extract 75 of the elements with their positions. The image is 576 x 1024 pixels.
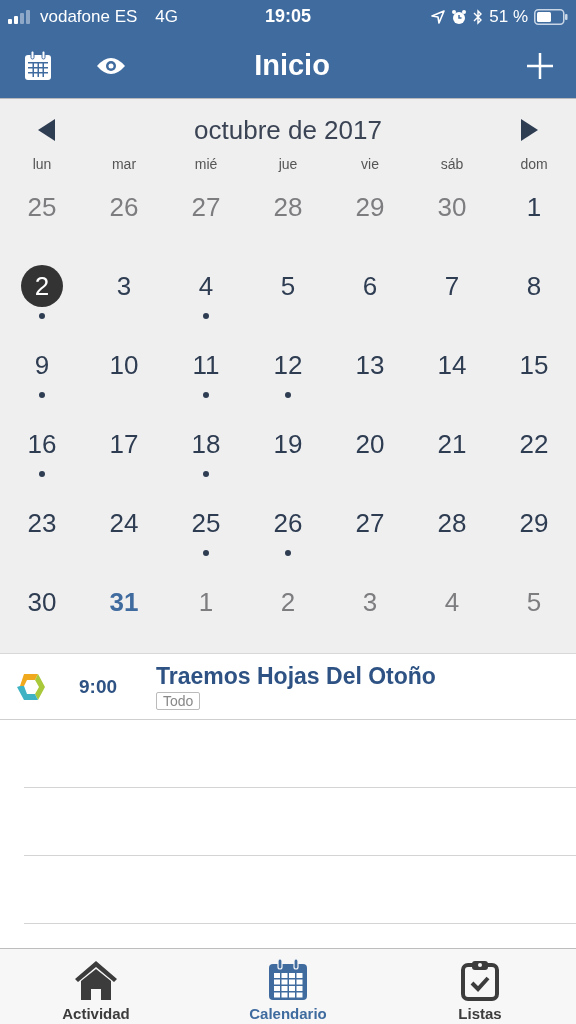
event-tag: Todo <box>156 692 201 710</box>
battery-percent: 51 % <box>489 6 528 27</box>
calendar-day[interactable]: 27 <box>349 502 391 544</box>
tab-button[interactable]: Calendario <box>192 949 384 1024</box>
calendar-day[interactable]: 11 <box>185 344 227 386</box>
calendar-day[interactable]: 27 <box>185 186 227 228</box>
weekday-label: lun <box>31 156 53 174</box>
calendar-day[interactable]: 5 <box>513 581 555 623</box>
calendar-day[interactable]: 1 <box>513 186 555 228</box>
calendar-day[interactable]: 25 <box>185 502 227 544</box>
previous-month-button[interactable] <box>38 119 56 141</box>
calendar-day[interactable]: 30 <box>431 186 473 228</box>
clock-time: 19:05 <box>265 6 311 27</box>
event-row[interactable]: 9:00 Traemos Hojas Del Otoño Todo <box>0 654 576 720</box>
calendar-day[interactable]: 28 <box>431 502 473 544</box>
month-title: octubre de 2017 <box>194 114 382 146</box>
hexagon-logo-icon <box>16 672 46 701</box>
calendar-day[interactable]: 3 <box>349 581 391 623</box>
calendar-day[interactable]: 24 <box>103 502 145 544</box>
calendar-day[interactable]: 17 <box>103 423 145 465</box>
calendar-icon <box>268 959 308 1001</box>
weekday-label: jue <box>277 156 299 174</box>
calendar-day[interactable]: 8 <box>513 265 555 307</box>
weekday-label: mié <box>193 156 219 174</box>
alarm-icon <box>451 8 468 25</box>
calendar-day[interactable]: 3 <box>103 265 145 307</box>
calendar-day[interactable]: 28 <box>267 186 309 228</box>
battery-icon <box>534 8 568 25</box>
tab-button[interactable]: Listas <box>384 949 576 1024</box>
calendar-day[interactable]: 4 <box>185 265 227 307</box>
calendar-day[interactable]: 29 <box>513 502 555 544</box>
calendar-day[interactable]: 22 <box>513 423 555 465</box>
house-icon <box>73 959 119 1001</box>
calendar-day[interactable]: 6 <box>349 265 391 307</box>
calendar-day[interactable]: 7 <box>431 265 473 307</box>
location-icon <box>431 9 446 24</box>
eye-button[interactable] <box>96 55 126 76</box>
calendar-day[interactable]: 23 <box>21 502 63 544</box>
tab-button[interactable]: Actividad <box>0 949 192 1024</box>
next-month-button[interactable] <box>520 119 538 141</box>
calendar-day[interactable]: 25 <box>21 186 63 228</box>
carrier-name: vodafone ES <box>40 6 138 27</box>
calendar-day[interactable]: 26 <box>267 502 309 544</box>
calendar-day[interactable]: 31 <box>103 581 145 623</box>
calendar-day[interactable]: 19 <box>267 423 309 465</box>
event-time: 9:00 <box>79 675 119 698</box>
add-button[interactable] <box>526 51 554 80</box>
weekday-label: vie <box>360 156 380 174</box>
bluetooth-icon <box>473 8 484 25</box>
calendar-day[interactable]: 21 <box>431 423 473 465</box>
calendar-day[interactable]: 16 <box>21 423 63 465</box>
weekday-label: dom <box>519 156 549 174</box>
calendar-day[interactable]: 18 <box>185 423 227 465</box>
calendar-day[interactable]: 1 <box>185 581 227 623</box>
clipboard-check-icon <box>460 959 500 1001</box>
event-title: Traemos Hojas Del Otoño <box>156 663 436 690</box>
calendar-day[interactable]: 9 <box>21 344 63 386</box>
calendar-day[interactable]: 26 <box>103 186 145 228</box>
calendar-day[interactable]: 20 <box>349 423 391 465</box>
weekday-label: mar <box>110 156 138 174</box>
calendar-day[interactable]: 15 <box>513 344 555 386</box>
calendar-day[interactable]: 4 <box>431 581 473 623</box>
weekday-label: sáb <box>439 156 465 174</box>
calendar-day[interactable]: 2 <box>267 581 309 623</box>
calendar-day[interactable]: 5 <box>267 265 309 307</box>
calendar-day[interactable]: 2 <box>21 265 63 307</box>
calendar-day[interactable]: 14 <box>431 344 473 386</box>
calendar-day[interactable]: 29 <box>349 186 391 228</box>
screen-title: Inicio <box>253 49 331 82</box>
calendar-day[interactable]: 30 <box>21 581 63 623</box>
network-type: 4G <box>155 6 179 27</box>
calendar-button[interactable] <box>24 50 52 81</box>
calendar-day[interactable]: 12 <box>267 344 309 386</box>
calendar-day[interactable]: 10 <box>103 344 145 386</box>
calendar-day[interactable]: 13 <box>349 344 391 386</box>
